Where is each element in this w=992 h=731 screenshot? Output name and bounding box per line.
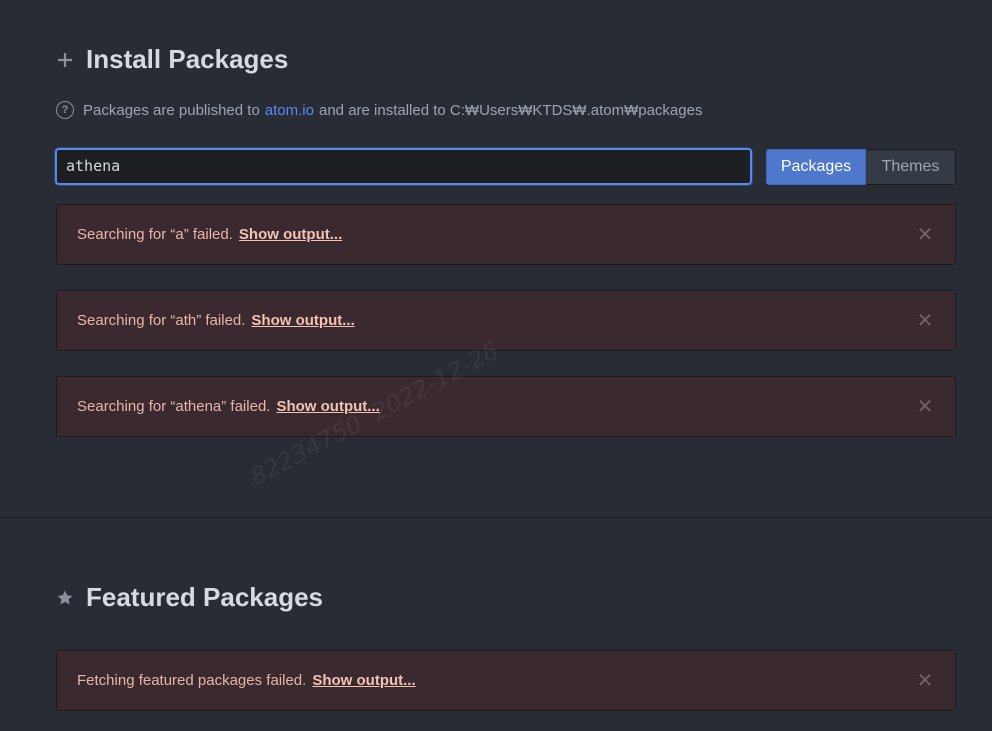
alert-text: Searching for “athena” failed. bbox=[77, 398, 271, 415]
install-info-line: ? Packages are published to atom.io and … bbox=[56, 101, 702, 119]
search-error-alert: Searching for “ath” failed. Show output..… bbox=[56, 290, 956, 351]
question-icon: ? bbox=[56, 101, 74, 119]
close-icon[interactable]: ✕ bbox=[915, 224, 935, 246]
section-divider bbox=[0, 517, 992, 518]
alert-message: Searching for “ath” failed. Show output..… bbox=[77, 312, 915, 329]
search-type-toggle: Packages Themes bbox=[766, 149, 956, 185]
install-packages-heading: Install Packages bbox=[56, 44, 288, 75]
alert-message: Searching for “athena” failed. Show outpu… bbox=[77, 398, 915, 415]
packages-button[interactable]: Packages bbox=[766, 149, 866, 185]
info-suffix: and are installed to C:₩Users₩KTDS₩.atom… bbox=[319, 101, 703, 119]
close-icon[interactable]: ✕ bbox=[915, 396, 935, 418]
info-prefix: Packages are published to bbox=[83, 101, 260, 119]
package-search-input[interactable]: athena bbox=[55, 148, 752, 185]
alert-text: Searching for “ath” failed. bbox=[77, 312, 246, 329]
star-icon bbox=[56, 589, 74, 607]
atom-io-link[interactable]: atom.io bbox=[265, 102, 314, 119]
plus-icon bbox=[56, 51, 74, 69]
alert-message: Fetching featured packages failed. Show o… bbox=[77, 672, 915, 689]
show-output-link[interactable]: Show output... bbox=[312, 672, 415, 689]
show-output-link[interactable]: Show output... bbox=[276, 398, 379, 415]
show-output-link[interactable]: Show output... bbox=[239, 226, 342, 243]
alert-text: Fetching featured packages failed. bbox=[77, 672, 307, 689]
show-output-link[interactable]: Show output... bbox=[251, 312, 354, 329]
themes-button[interactable]: Themes bbox=[866, 149, 956, 185]
alert-text: Searching for “a” failed. bbox=[77, 226, 233, 243]
page-title: Install Packages bbox=[86, 44, 289, 74]
featured-packages-heading: Featured Packages bbox=[56, 582, 323, 613]
alert-message: Searching for “a” failed. Show output... bbox=[77, 226, 915, 243]
featured-title: Featured Packages bbox=[86, 582, 324, 612]
featured-error-alert: Fetching featured packages failed. Show o… bbox=[56, 650, 956, 711]
settings-install-view: Install Packages ? Packages are publishe… bbox=[0, 0, 992, 731]
close-icon[interactable]: ✕ bbox=[915, 670, 935, 692]
search-error-alert: Searching for “a” failed. Show output... … bbox=[56, 204, 956, 265]
search-error-alert: Searching for “athena” failed. Show outpu… bbox=[56, 376, 956, 437]
close-icon[interactable]: ✕ bbox=[915, 310, 935, 332]
